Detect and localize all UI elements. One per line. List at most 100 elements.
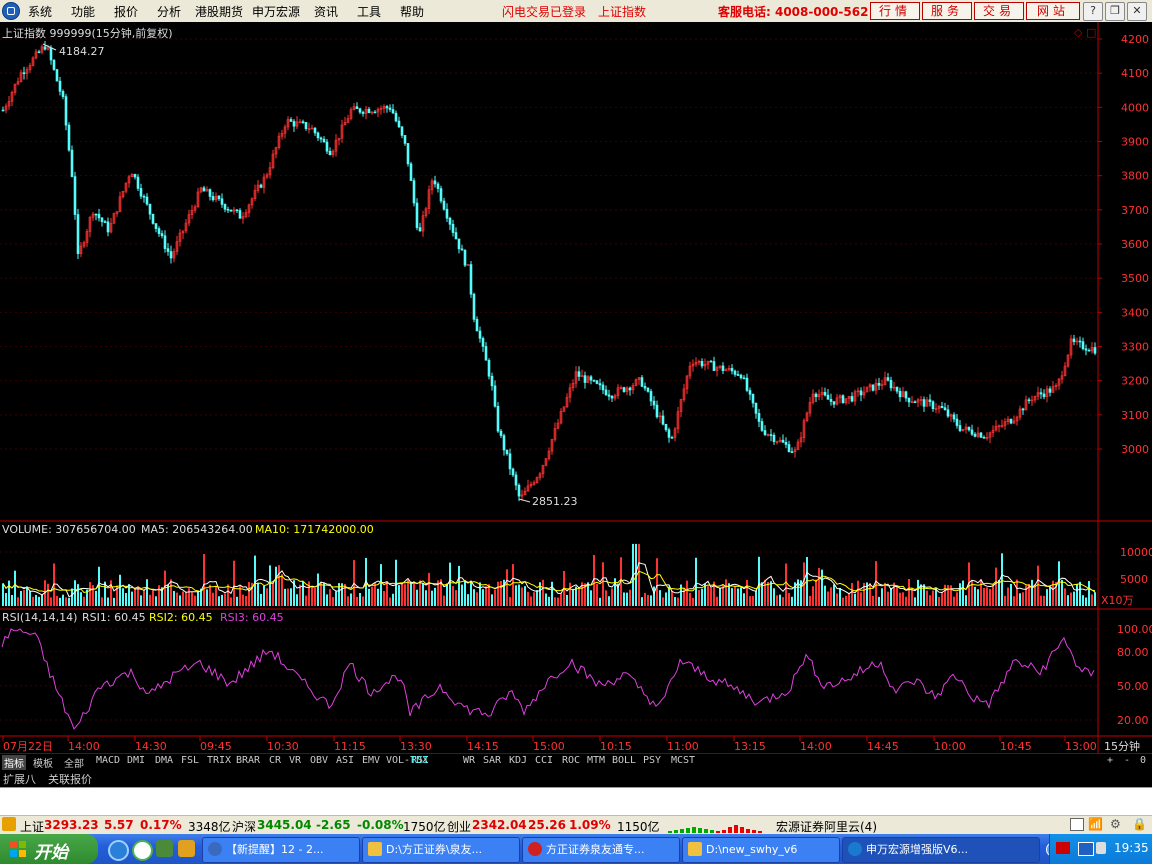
volume-bar	[860, 592, 862, 606]
menu-swhy[interactable]: 申万宏源	[252, 3, 300, 20]
close-window-icon[interactable]: ✕	[1127, 2, 1147, 21]
sh-pct: 0.17%	[140, 818, 182, 832]
indicator-tab-roc[interactable]: ROC	[562, 755, 580, 766]
reset-zoom-button[interactable]: 0	[1140, 755, 1146, 766]
menu-analysis[interactable]: 分析	[157, 3, 181, 20]
breadth-bar	[680, 829, 684, 833]
candle-body	[373, 111, 377, 114]
volume-bar	[413, 581, 415, 606]
indicator-tab-mtm[interactable]: MTM	[587, 755, 605, 766]
menu-tools[interactable]: 工具	[357, 3, 381, 20]
indicator-tab-rsi[interactable]: RSI	[411, 755, 429, 766]
time-axis-label: 09:45	[200, 740, 232, 753]
indicator-tab-cci[interactable]: CCI	[535, 755, 553, 766]
indicator-tab-trix[interactable]: TRIX	[207, 755, 231, 766]
layout-icon[interactable]	[1070, 818, 1084, 831]
start-button[interactable]: 开始	[0, 834, 98, 864]
volume-bar	[923, 584, 925, 606]
indicator-tab-dma[interactable]: DMA	[155, 755, 173, 766]
indicator-tab-指标[interactable]: 指标	[2, 755, 26, 770]
volume-bar	[605, 590, 607, 606]
candle-body	[70, 149, 74, 177]
indicator-tab-sar[interactable]: SAR	[483, 755, 501, 766]
help-window-icon[interactable]: ?	[1083, 2, 1103, 21]
volume-unit-label: X10万	[1101, 594, 1134, 607]
task-item-active[interactable]: 申万宏源增强版V6...	[842, 837, 1040, 863]
indicator-tab-macd[interactable]: MACD	[96, 755, 120, 766]
diamond-icon[interactable]: ◇	[1074, 26, 1083, 39]
volume-bar	[314, 587, 316, 606]
kline-chart[interactable]: 4200 4100 4000 3900 3800 3700 3600 3500 3400 3300…	[0, 22, 1152, 753]
indicator-tab-fsl[interactable]: FSL	[181, 755, 199, 766]
indicator-tab-kdj[interactable]: KDJ	[509, 755, 527, 766]
tab-expand-8[interactable]: 扩展八	[3, 771, 36, 787]
price-axis-tick: 3500	[1121, 272, 1149, 285]
lock-icon[interactable]: 🔒	[1132, 817, 1147, 831]
volume-bar	[407, 580, 409, 606]
maximize-pane-icon[interactable]: □	[1086, 26, 1096, 39]
ie-icon[interactable]	[108, 840, 129, 861]
volume-bar	[896, 586, 898, 606]
sz-pct: -0.08%	[357, 818, 404, 832]
indicator-tab-wr[interactable]: WR	[463, 755, 475, 766]
server-name[interactable]: 宏源证券阿里云(4)	[776, 818, 877, 835]
task-item[interactable]: D:\new_swhy_v6	[682, 837, 840, 863]
indicator-tab-全部[interactable]: 全部	[64, 755, 84, 770]
flag-icon[interactable]	[1056, 842, 1070, 854]
task-item[interactable]: 方正证券泉友通专...	[522, 837, 680, 863]
media-icon[interactable]	[178, 840, 195, 857]
indicator-tab-cr[interactable]: CR	[269, 755, 281, 766]
candle-body	[142, 195, 146, 198]
volume-bar	[980, 579, 982, 606]
indicator-tab-asi[interactable]: ASI	[336, 755, 354, 766]
chrome-icon[interactable]	[132, 840, 153, 861]
volume-bar	[383, 591, 385, 606]
menu-help[interactable]: 帮助	[400, 3, 424, 20]
candle-body	[100, 217, 104, 222]
menu-news[interactable]: 资讯	[314, 3, 338, 20]
menu-hk-futures[interactable]: 港股期货	[195, 3, 243, 20]
volume-bar	[725, 579, 727, 606]
volume-icon[interactable]	[1096, 842, 1106, 854]
volume-label: VOLUME: 307656704.00	[2, 523, 136, 536]
tab-related-quote[interactable]: 关联报价	[48, 771, 92, 787]
indicator-tab-psy[interactable]: PSY	[643, 755, 661, 766]
menu-quote[interactable]: 报价	[114, 3, 138, 20]
indicator-tab-emv[interactable]: EMV	[362, 755, 380, 766]
candle-body	[259, 184, 263, 188]
candle-body	[745, 377, 749, 391]
candle-body	[958, 425, 962, 431]
menu-system[interactable]: 系统	[28, 3, 52, 20]
indicator-tab-vr[interactable]: VR	[289, 755, 301, 766]
indicator-tab-dmi[interactable]: DMI	[127, 755, 145, 766]
tab-service[interactable]: 服务	[922, 2, 972, 20]
volume-bar	[995, 567, 997, 606]
network-icon[interactable]	[1078, 842, 1094, 856]
time-axis-label: 14:45	[867, 740, 899, 753]
volume-bar	[965, 595, 967, 606]
tab-website[interactable]: 网站	[1026, 2, 1080, 20]
restore-window-icon[interactable]: ❐	[1105, 2, 1125, 21]
volume-bar	[941, 592, 943, 606]
task-label: D:\方正证券\泉友...	[386, 843, 483, 856]
current-index-link[interactable]: 上证指数	[598, 3, 646, 20]
indicator-tab-brar[interactable]: BRAR	[236, 755, 260, 766]
menu-bar: 系统 功能 报价 分析 港股期货 申万宏源 资讯 工具 帮助 闪电交易已登录 上…	[0, 0, 1152, 23]
zoom-out-button[interactable]: -	[1124, 755, 1130, 766]
period-label[interactable]: 15分钟	[1104, 739, 1140, 753]
volume-bar	[455, 590, 457, 606]
tab-trade[interactable]: 交易	[974, 2, 1024, 20]
task-item[interactable]: 【新提醒】12 - 2...	[202, 837, 360, 863]
desktop-icon[interactable]	[156, 840, 173, 857]
zoom-in-button[interactable]: +	[1107, 755, 1113, 766]
indicator-tab-boll[interactable]: BOLL	[612, 755, 636, 766]
indicator-tab-模板[interactable]: 模板	[33, 755, 53, 770]
task-item[interactable]: D:\方正证券\泉友...	[362, 837, 520, 863]
volume-bar	[47, 583, 49, 606]
indicator-tab-obv[interactable]: OBV	[310, 755, 328, 766]
menu-function[interactable]: 功能	[71, 3, 95, 20]
tools-icon[interactable]: ⚙	[1110, 817, 1121, 831]
breadth-bar	[752, 830, 756, 833]
tab-market[interactable]: 行情	[870, 2, 920, 20]
indicator-tab-mcst[interactable]: MCST	[671, 755, 695, 766]
